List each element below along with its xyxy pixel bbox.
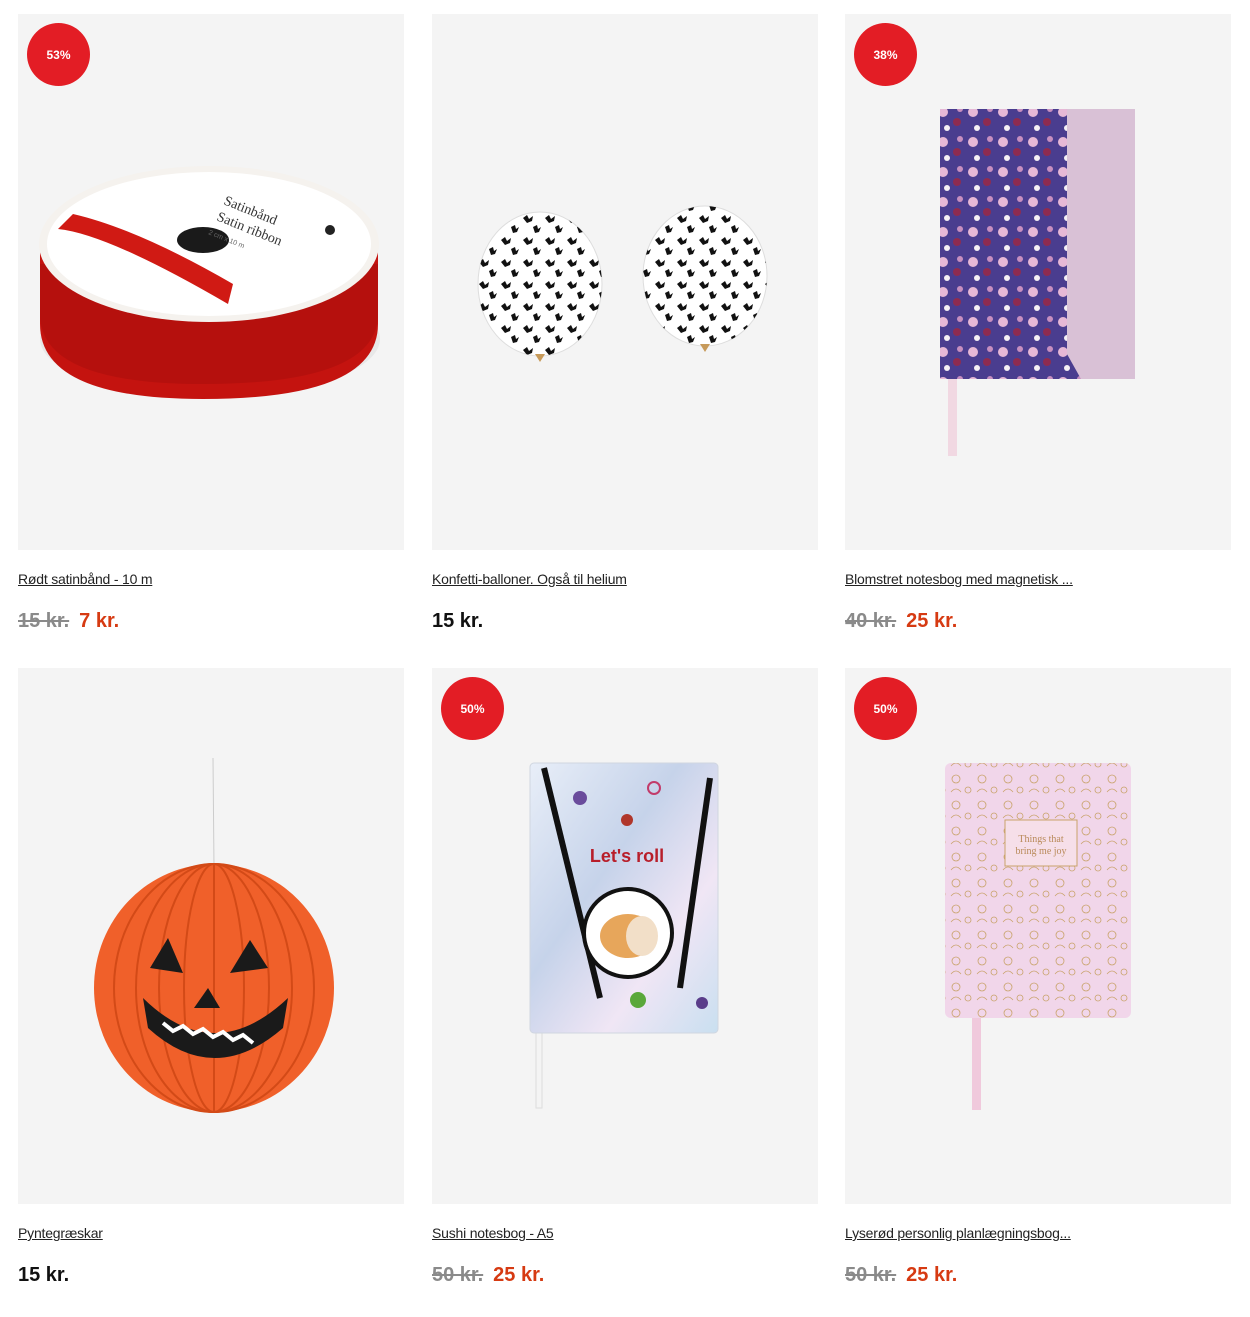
product-image-balloons[interactable]	[432, 14, 818, 550]
price-row: 15 kr.	[18, 1262, 69, 1288]
product-title-link[interactable]: Blomstret notesbog med magnetisk ...	[845, 571, 1073, 587]
floral-notebook-image	[940, 109, 1135, 456]
planner-cover-line1: Things that	[1018, 834, 1063, 845]
planner-cover-line2: bring me joy	[1015, 846, 1066, 857]
product-card[interactable]: Pyntegræskar 15 kr.	[18, 668, 404, 1286]
product-image-floral-notebook[interactable]: 38%	[845, 14, 1231, 550]
product-card[interactable]: Konfetti-balloner. Også til helium 15 kr…	[432, 14, 818, 632]
price-row: 15 kr. 7 kr.	[18, 608, 119, 634]
price-row: 40 kr. 25 kr.	[845, 608, 957, 634]
product-title-link[interactable]: Konfetti-balloner. Også til helium	[432, 571, 627, 587]
pumpkin-lantern-image	[94, 757, 334, 1113]
old-price: 40 kr.	[845, 609, 897, 632]
product-card[interactable]: Satinbånd Satin ribbon 2 cm x 10 m 53% R…	[18, 14, 404, 632]
product-title-link[interactable]: Sushi notesbog - A5	[432, 1225, 554, 1241]
balloons-image	[477, 205, 768, 362]
sale-price: 25 kr.	[493, 1263, 545, 1286]
sale-price: 25 kr.	[906, 609, 958, 632]
old-price: 50 kr.	[432, 1263, 484, 1286]
price: 15 kr.	[18, 1263, 70, 1286]
discount-badge: 53%	[27, 23, 90, 86]
price-row: 50 kr. 25 kr.	[432, 1262, 544, 1288]
product-title-link[interactable]: Lyserød personlig planlægningsbog...	[845, 1225, 1071, 1241]
product-image-pumpkin[interactable]	[18, 668, 404, 1204]
price-row: 50 kr. 25 kr.	[845, 1262, 957, 1288]
discount-badge: 38%	[854, 23, 917, 86]
ribbon-image: Satinbånd Satin ribbon 2 cm x 10 m	[39, 166, 380, 399]
product-image-sushi-notebook[interactable]: Let's roll 50%	[432, 668, 818, 1204]
pink-planner-image: Things that bring me joy	[945, 763, 1131, 1110]
sale-price: 25 kr.	[906, 1263, 958, 1286]
product-card[interactable]: 38% Blomstret notesbog med magnetisk ...…	[845, 14, 1231, 632]
old-price: 50 kr.	[845, 1263, 897, 1286]
product-title-link[interactable]: Rødt satinbånd - 10 m	[18, 571, 153, 587]
cover-title: Let's roll	[590, 846, 664, 866]
product-image-pink-planner[interactable]: Things that bring me joy 50%	[845, 668, 1231, 1204]
product-card[interactable]: Let's roll 50% Sushi notesbog - A5 50 kr…	[432, 668, 818, 1286]
sushi-notebook-image: Let's roll	[529, 762, 719, 1109]
discount-badge: 50%	[441, 677, 504, 740]
price: 15 kr.	[432, 609, 484, 632]
product-title-link[interactable]: Pyntegræskar	[18, 1225, 103, 1241]
price-row: 15 kr.	[432, 608, 483, 634]
sale-price: 7 kr.	[79, 609, 120, 632]
old-price: 15 kr.	[18, 609, 70, 632]
product-card[interactable]: Things that bring me joy 50% Lyserød per…	[845, 668, 1231, 1286]
product-grid: Satinbånd Satin ribbon 2 cm x 10 m 53% R…	[0, 0, 1250, 1317]
product-image-ribbon[interactable]: Satinbånd Satin ribbon 2 cm x 10 m 53%	[18, 14, 404, 550]
discount-badge: 50%	[854, 677, 917, 740]
